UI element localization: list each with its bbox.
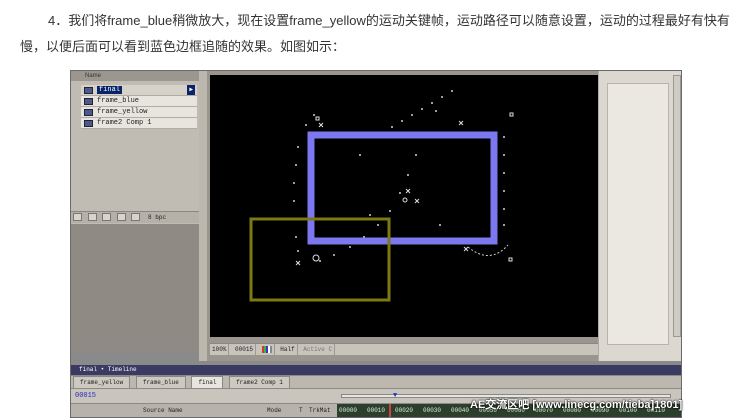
frame-label: 00010	[367, 407, 386, 414]
play-arrow-icon[interactable]: ▶	[187, 85, 195, 95]
bezier-handle[interactable]	[467, 244, 509, 256]
project-item-label: frame_yellow	[97, 108, 148, 116]
timeline-tabs: frame_yellow frame_blue final frame2 Com…	[71, 376, 681, 388]
motion-path-dots	[293, 90, 505, 262]
info-panel-content	[607, 83, 669, 345]
watermark: AE交流区吧 [www.linecg.com/tieba]1801]	[470, 399, 683, 411]
source-name-column[interactable]: Source Name	[143, 404, 183, 417]
frame-label: 00030	[423, 407, 442, 414]
project-item-label: frame_blue	[97, 97, 140, 105]
tab-frame-yellow[interactable]: frame_yellow	[73, 376, 131, 388]
composition-icon	[84, 87, 93, 94]
composition-icon	[84, 109, 93, 116]
current-time-indicator-icon[interactable]: ▼	[393, 389, 397, 403]
find-icon[interactable]	[73, 213, 82, 222]
timeline-title: final • Timeline	[79, 366, 137, 373]
channel-swatches[interactable]	[260, 344, 275, 355]
composition-icon	[84, 120, 93, 127]
project-item-frame2-comp[interactable]: frame2 Comp 1	[81, 118, 197, 129]
timeline-title-bar: final • Timeline	[71, 365, 681, 375]
viewer-timecode[interactable]: 00015	[233, 344, 257, 355]
intro-text: 4．我们将frame_blue稍微放大，现在设置frame_yellow的运动关…	[20, 13, 730, 54]
playhead[interactable]	[389, 404, 391, 417]
panel-strip	[199, 71, 207, 361]
tab-frame2-comp[interactable]: frame2 Comp 1	[229, 376, 290, 388]
vertical-scrollbar[interactable]	[673, 75, 681, 337]
project-panel: Name final ▶ frame_blue frame_yellow fra…	[71, 71, 199, 351]
timeline-timecode[interactable]: 00015	[75, 389, 96, 403]
new-comp-icon[interactable]	[102, 213, 112, 222]
settings-icon[interactable]	[131, 213, 141, 222]
viewer-toolbar: 100% 00015 Half Active C	[210, 343, 598, 355]
info-panel	[598, 71, 681, 361]
folder-icon[interactable]	[87, 213, 97, 222]
t-column[interactable]: T	[299, 404, 303, 417]
project-item-final[interactable]: final ▶	[81, 85, 197, 96]
bpc-label[interactable]: 8 bpc	[148, 214, 166, 221]
frame-label: 00040	[451, 407, 470, 414]
frame-label: 00000	[339, 407, 358, 414]
tab-frame-blue[interactable]: frame_blue	[135, 376, 186, 388]
project-list: final ▶ frame_blue frame_yellow frame2 C…	[81, 85, 197, 129]
trash-icon[interactable]	[116, 213, 126, 222]
project-item-frame-yellow[interactable]: frame_yellow	[81, 107, 197, 118]
mode-column[interactable]: Mode	[267, 404, 281, 417]
composition-icon	[84, 98, 93, 105]
project-item-frame-blue[interactable]: frame_blue	[81, 96, 197, 107]
camera-select[interactable]: Active C	[301, 344, 336, 355]
project-item-label: frame2 Comp 1	[97, 119, 152, 127]
composition-canvas[interactable]	[210, 75, 598, 337]
project-item-label: final	[97, 86, 123, 94]
canvas-drawing	[249, 90, 514, 302]
project-column-header: Name	[71, 71, 199, 81]
frame-yellow-rect[interactable]	[249, 217, 391, 302]
frame-label: 00020	[395, 407, 414, 414]
resolution-select[interactable]: Half	[278, 344, 298, 355]
project-lower-area	[71, 224, 199, 351]
trkmat-column[interactable]: TrkMat	[309, 404, 331, 417]
tab-final[interactable]: final	[191, 376, 224, 388]
ae-screenshot: Name final ▶ frame_blue frame_yellow fra…	[70, 70, 682, 418]
project-toolbar: 8 bpc	[71, 211, 199, 223]
intro-paragraph: 4．我们将frame_blue稍微放大，现在设置frame_yellow的运动关…	[20, 8, 732, 60]
zoom-select[interactable]: 100%	[210, 344, 230, 355]
frame-blue-rect[interactable]	[307, 131, 498, 245]
